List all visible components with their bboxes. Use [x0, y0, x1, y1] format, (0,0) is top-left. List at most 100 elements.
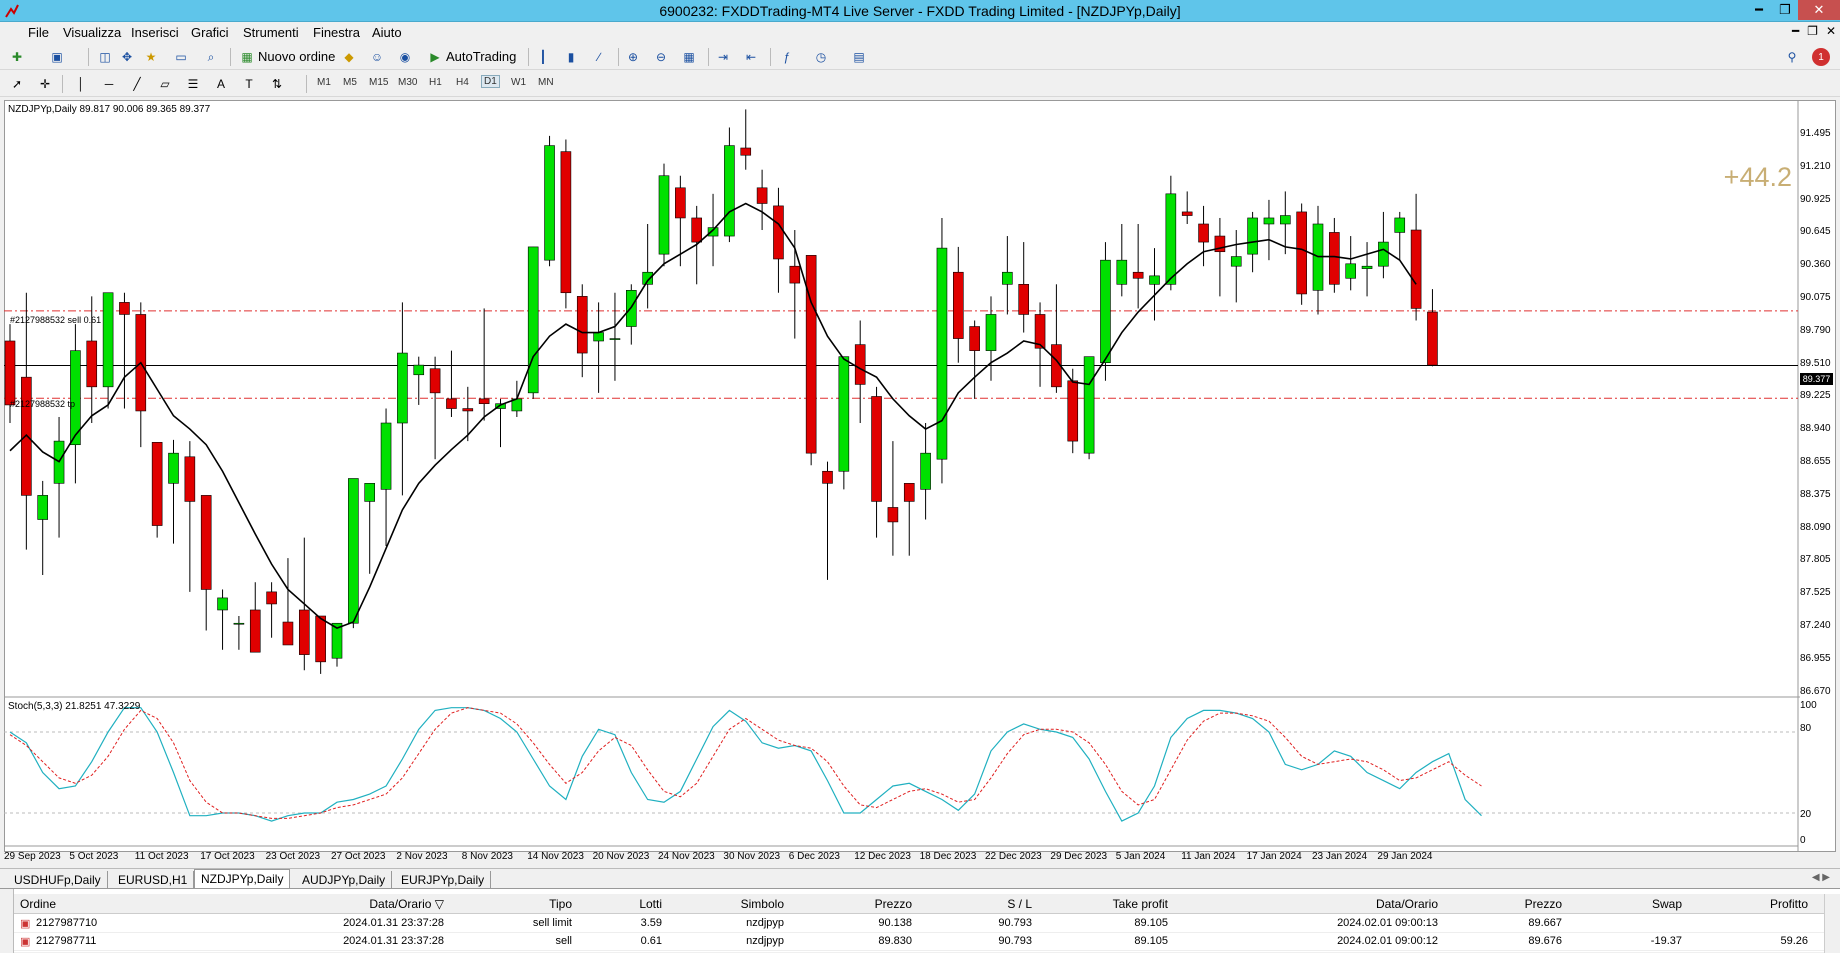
bull-candle [658, 175, 670, 255]
date-tick-label: 18 Dec 2023 [919, 851, 977, 862]
price-tick-label: 87.240 [1800, 620, 1831, 631]
tab-scroll-arrows[interactable]: ◀ ▶ [1812, 872, 1830, 883]
col-profitto[interactable]: Profitto [1704, 897, 1808, 911]
bull-candle [348, 478, 359, 624]
bear-candle [969, 326, 980, 351]
bear-candle [1181, 211, 1193, 216]
bull-candle [642, 271, 653, 285]
bull-candle [1361, 265, 1373, 269]
tab-eurusd-h1[interactable]: EURUSD,H1 [112, 871, 195, 888]
bear-candle [184, 456, 196, 502]
bull-candle [1165, 193, 1177, 285]
current-price: 89.676 [1528, 935, 1562, 947]
bull-candle [233, 622, 245, 625]
profit: 59.26 [1780, 935, 1808, 947]
bull-candle [936, 247, 948, 460]
bear-candle [887, 507, 899, 523]
bull-candle [217, 597, 228, 611]
price-tick-label: 90.645 [1800, 226, 1831, 238]
bear-candle [756, 187, 768, 204]
bear-candle [429, 368, 441, 394]
bull-candle [1280, 215, 1291, 225]
stoch-tick-label: 20 [1800, 809, 1812, 820]
tab-usdhufp-daily[interactable]: USDHUFp,Daily [8, 871, 108, 888]
col-data-orario-close[interactable]: Data/Orario [1224, 897, 1438, 911]
tab-audjpyp-daily[interactable]: AUDJPYp,Daily [296, 871, 393, 888]
date-tick-label: 20 Nov 2023 [592, 851, 650, 862]
col-prezzo-close[interactable]: Prezzo [1454, 897, 1562, 911]
bear-candle [1427, 311, 1438, 366]
chart-header: NZDJPYp,Daily 89.817 90.006 89.365 89.37… [8, 104, 211, 115]
bear-candle [1296, 211, 1307, 295]
tab-eurjpyp-daily[interactable]: EURJPYp,Daily [395, 871, 492, 888]
date-tick-label: 5 Jan 2024 [1115, 851, 1166, 862]
price-tick-label: 87.805 [1800, 554, 1831, 566]
bull-candle [1083, 356, 1095, 454]
col-swap[interactable]: Swap [1594, 897, 1682, 911]
col-take-profit[interactable]: Take profit [1044, 897, 1168, 911]
stoch-tick-label: 100 [1800, 700, 1817, 711]
col-data-orario[interactable]: Data/Orario ▽ [174, 897, 444, 911]
bull-candle [593, 332, 604, 342]
date-tick-label: 11 Oct 2023 [134, 851, 189, 862]
bear-candle [119, 302, 130, 315]
bull-candle [168, 452, 179, 484]
bear-candle [576, 296, 588, 354]
bear-candle [903, 483, 915, 502]
bull-candle [1247, 217, 1258, 255]
date-tick-label: 5 Oct 2023 [69, 851, 119, 862]
stop-loss: 90.793 [998, 917, 1032, 929]
col-sl[interactable]: S / L [934, 897, 1032, 911]
order-type: sell limit [532, 917, 572, 929]
bear-candle [871, 396, 882, 502]
bear-candle [478, 398, 490, 405]
col-simbolo[interactable]: Simbolo [674, 897, 784, 911]
bull-candle [985, 314, 997, 351]
bear-candle [266, 591, 277, 605]
date-tick-label: 14 Nov 2023 [527, 851, 584, 862]
tab-nzdjpyp-daily[interactable]: NZDJPYp,Daily [194, 869, 291, 889]
bear-candle [805, 255, 817, 454]
order-sell-label: #2127988532 sell 0.61 [10, 315, 102, 325]
col-prezzo[interactable]: Prezzo [804, 897, 912, 911]
stoch-tick-label: 80 [1800, 723, 1812, 734]
date-tick-label: 24 Nov 2023 [658, 851, 715, 862]
bear-candle [1329, 232, 1340, 285]
bull-candle [838, 356, 850, 472]
price-tick-label: 87.525 [1800, 587, 1831, 599]
bear-candle [1198, 223, 1209, 243]
bull-candle [1149, 275, 1160, 285]
col-tipo[interactable]: Tipo [474, 897, 572, 911]
current-price: 89.667 [1528, 917, 1562, 929]
date-tick-label: 22 Dec 2023 [985, 851, 1042, 862]
bull-candle [1378, 241, 1389, 267]
bear-candle [151, 442, 163, 526]
price-chart[interactable] [0, 0, 1840, 868]
bear-candle [675, 187, 686, 219]
date-tick-label: 29 Sep 2023 [4, 851, 61, 862]
bull-candle [609, 338, 621, 340]
price-tick-label: 88.940 [1800, 423, 1831, 435]
stochastic-header: Stoch(5,3,3) 21.8251 47.3229 [8, 701, 141, 712]
terminal-scrollbar[interactable] [1824, 894, 1840, 953]
order-id: 2127987710 [36, 917, 98, 929]
price-tick-label: 90.925 [1800, 193, 1831, 205]
table-row[interactable]: ▣ 2127987711 2024.01.31 23:37:28 sell 0.… [14, 933, 1824, 951]
stoch-signal-line [9, 707, 1482, 819]
bull-candle [102, 292, 114, 388]
price-tick-label: 88.090 [1800, 521, 1831, 533]
date-tick-label: 23 Oct 2023 [265, 851, 321, 862]
swap: -19.37 [1650, 935, 1682, 947]
col-ordine[interactable]: Ordine [20, 897, 56, 911]
bear-candle [789, 265, 801, 284]
table-row[interactable]: ▣ 2127987710 2024.01.31 23:37:28 sell li… [14, 915, 1824, 933]
bear-candle [1132, 271, 1144, 279]
bear-candle [822, 470, 833, 484]
symbol: nzdjpyp [746, 917, 784, 929]
open-price: 90.138 [878, 917, 912, 929]
col-lotti[interactable]: Lotti [584, 897, 662, 911]
open-time: 2024.01.31 23:37:28 [343, 917, 444, 929]
bull-candle [920, 452, 931, 490]
sort-icon: ▽ [434, 897, 444, 911]
date-tick-label: 27 Oct 2023 [331, 851, 386, 862]
